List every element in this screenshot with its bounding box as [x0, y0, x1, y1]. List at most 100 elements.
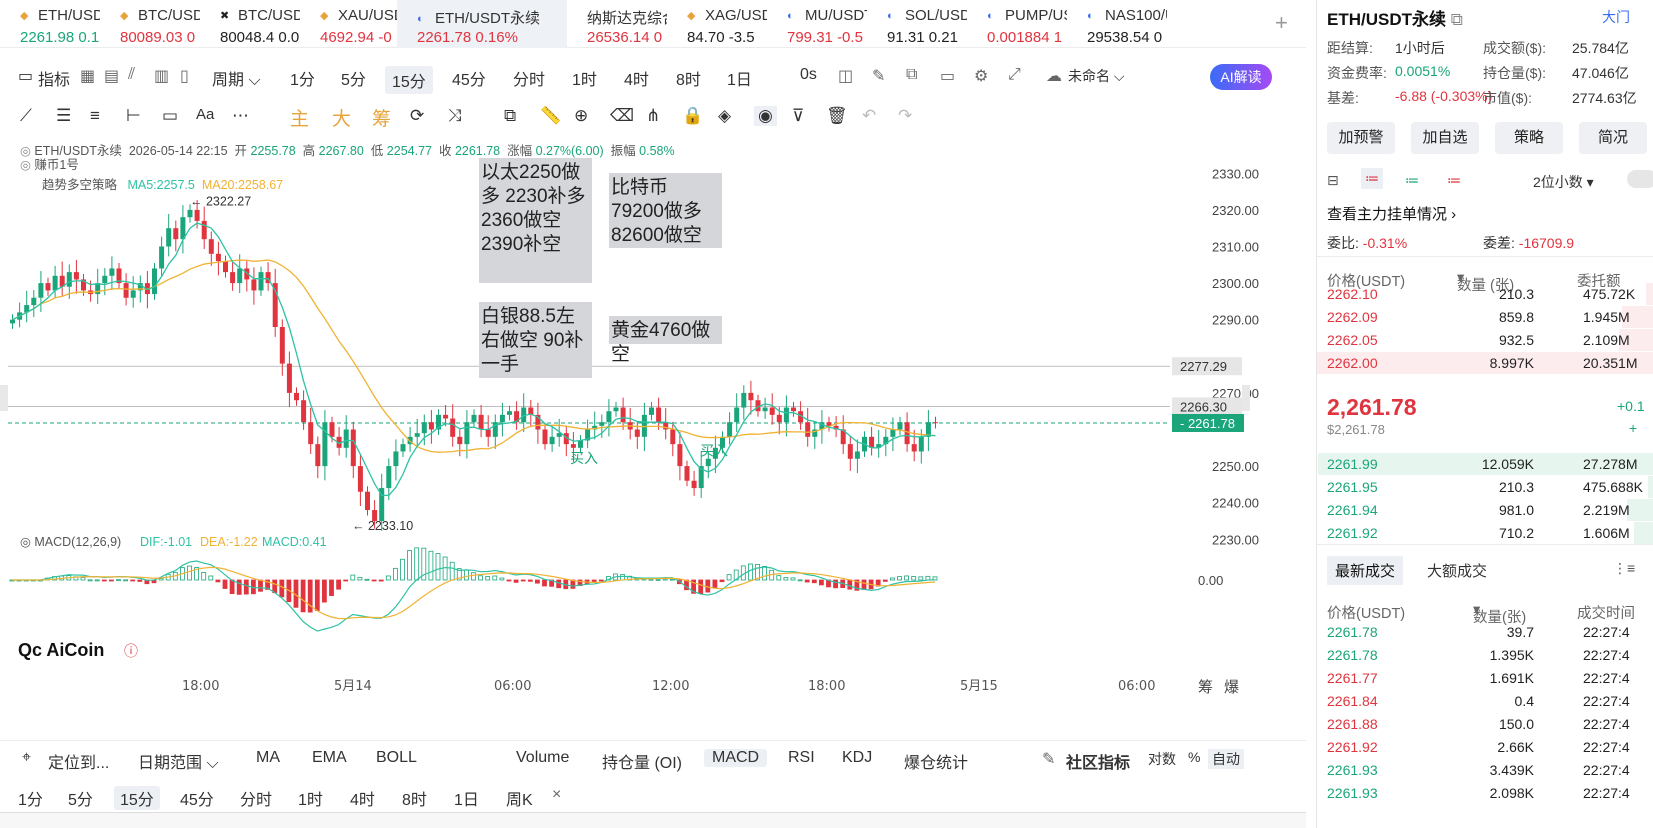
- date-range-dropdown[interactable]: 日期范围 ⌵: [138, 749, 219, 773]
- profile-button[interactable]: 简况: [1579, 122, 1647, 154]
- settings-icon[interactable]: ⚙: [974, 66, 988, 86]
- ind-boll[interactable]: BOLL: [376, 749, 417, 767]
- chip-distribution-toggle[interactable]: 筹: [1198, 678, 1213, 696]
- ticker-tab[interactable]: ◐ NAS100/USD 29538.54 0: [1067, 0, 1167, 48]
- cloud-icon[interactable]: ☁: [1046, 66, 1062, 86]
- ob-mode-both-icon[interactable]: ⊟: [1327, 172, 1339, 189]
- pct-toggle[interactable]: %: [1188, 749, 1200, 765]
- ticker-tab[interactable]: ◆ BTC/USDT 80089.03 0: [100, 0, 200, 48]
- annotation-silver[interactable]: 白银88.5左右做空 90补一手: [479, 302, 592, 378]
- ruler-icon[interactable]: 📏: [540, 106, 561, 126]
- ind-ema[interactable]: EMA: [312, 749, 347, 767]
- pen-icon[interactable]: ✎: [872, 66, 885, 86]
- tf-1d[interactable]: 1日: [727, 66, 752, 90]
- main-force-toggle[interactable]: 主: [290, 104, 309, 131]
- ind-ma[interactable]: MA: [256, 749, 280, 767]
- bottom-tf-5[interactable]: 1时: [298, 786, 323, 810]
- decimals-dropdown[interactable]: 2位小数 ▾: [1533, 172, 1594, 192]
- ticker-tab[interactable]: 纳斯达克综合 26536.14 0: [567, 0, 667, 48]
- ind-volume[interactable]: Volume: [516, 749, 569, 767]
- lock-icon[interactable]: 🔒: [682, 106, 703, 126]
- tab-large-trades[interactable]: 大额成交: [1427, 560, 1487, 581]
- magnet-icon[interactable]: ⋔: [646, 106, 660, 126]
- bottom-tf-3[interactable]: 45分: [180, 786, 214, 810]
- ticker-tab[interactable]: ◐ PUMP/USDT 0.001884 1: [967, 0, 1067, 48]
- ask-row[interactable]: 2262.09 859.8 1.945M: [1317, 305, 1653, 329]
- info-circle-icon[interactable]: ⓘ: [124, 644, 138, 660]
- hide-icon[interactable]: ◈: [718, 106, 731, 126]
- trade-row[interactable]: 2261.84 0.4 22:27:4: [1317, 689, 1653, 713]
- annotation-btc[interactable]: 比特币79200做多82600做空: [609, 173, 722, 248]
- bottom-tf-6[interactable]: 4时: [350, 786, 375, 810]
- log-toggle[interactable]: 对数: [1148, 749, 1176, 769]
- auto-toggle[interactable]: 自动: [1208, 749, 1244, 769]
- ob-mode-ask-icon[interactable]: ≔: [1447, 172, 1461, 189]
- locate-icon[interactable]: ⌖: [22, 749, 31, 767]
- copy-icon[interactable]: ⧉: [504, 106, 516, 126]
- big-order-toggle[interactable]: 大: [332, 104, 351, 131]
- bottom-tf-1[interactable]: 5分: [68, 786, 93, 810]
- ticker-tab[interactable]: ◐ SOL/USDT 91.31 0.21: [867, 0, 967, 48]
- sync-icon[interactable]: ⟳: [410, 106, 424, 126]
- trade-filter-icon[interactable]: ⋮≡: [1613, 560, 1635, 577]
- depth-link[interactable]: 查看主力挂单情况 ›: [1327, 203, 1456, 224]
- period-dropdown[interactable]: 周期 ⌵: [212, 66, 261, 90]
- tf-1h[interactable]: 1时: [572, 66, 597, 90]
- tf-5m[interactable]: 5分: [341, 66, 366, 90]
- tf-45m[interactable]: 45分: [452, 66, 486, 90]
- fullscreen-icon[interactable]: ⤢: [1008, 66, 1021, 84]
- left-collapse-handle[interactable]: [0, 385, 8, 411]
- ask-row[interactable]: 2262.05 932.5 2.109M: [1317, 328, 1653, 352]
- annotation-eth[interactable]: 以太2250做多 2230补多 2360做空 2390补空: [479, 158, 592, 283]
- bid-row[interactable]: 2261.94 981.0 2.219M: [1317, 498, 1653, 522]
- ind-macd[interactable]: MACD: [704, 749, 768, 767]
- tf-timeshare[interactable]: 分时: [513, 66, 545, 90]
- right-collapse-handle[interactable]: [1242, 385, 1250, 411]
- community-indicators[interactable]: 社区指标: [1066, 749, 1130, 773]
- close-icon[interactable]: ×: [552, 786, 561, 804]
- bottom-tf-0[interactable]: 1分: [18, 786, 43, 810]
- trade-row[interactable]: 2261.93 3.439K 22:27:4: [1317, 758, 1653, 782]
- hline-icon[interactable]: ⊢: [126, 106, 141, 126]
- tf-8h[interactable]: 8时: [676, 66, 701, 90]
- ticker-tab[interactable]: ✖ BTC/USDT 80048.4 0.0: [200, 0, 300, 48]
- bid-row[interactable]: 2261.95 210.3 475.688K: [1317, 475, 1653, 499]
- tf-1m[interactable]: 1分: [290, 66, 315, 90]
- tf-4h[interactable]: 4时: [624, 66, 649, 90]
- crossline-icon[interactable]: ⤨: [448, 106, 462, 126]
- redo-icon[interactable]: ↷: [898, 106, 912, 126]
- eraser-icon[interactable]: ⌫: [610, 106, 634, 126]
- bottom-tf-8[interactable]: 1日: [454, 786, 479, 810]
- rectangle-icon[interactable]: ▭: [162, 106, 178, 126]
- ob-mode-bid-icon[interactable]: ≔: [1405, 172, 1419, 189]
- bottom-tf-2[interactable]: 15分: [114, 786, 160, 810]
- trade-row[interactable]: 2261.93 2.098K 22:27:4: [1317, 781, 1653, 805]
- ticker-tab[interactable]: ◆ XAG/USDT 84.70 -3.5: [667, 0, 767, 48]
- popout-icon[interactable]: ⧉: [906, 66, 917, 84]
- parallel-line-icon[interactable]: ☰: [56, 106, 71, 126]
- corner-link[interactable]: 大门: [1602, 7, 1630, 27]
- horizontal-lines-icon[interactable]: ≡: [90, 106, 100, 126]
- layers-icon[interactable]: ▭: [940, 66, 955, 86]
- bottom-tf-7[interactable]: 8时: [402, 786, 427, 810]
- alert-button[interactable]: 加预警: [1327, 122, 1395, 154]
- trend-line-icon[interactable]: ⟋: [20, 106, 32, 126]
- camera-icon[interactable]: ◫: [838, 66, 853, 86]
- trash-icon[interactable]: 🗑: [826, 106, 848, 126]
- bottom-tf-9[interactable]: 周K: [506, 786, 533, 810]
- trade-header-qty[interactable]: 数量(张) ▾: [1473, 602, 1526, 626]
- ticker-tab[interactable]: ◐ MU/USDT 799.31 -0.5: [767, 0, 867, 48]
- trade-row[interactable]: 2261.88 150.0 22:27:4: [1317, 712, 1653, 736]
- trade-row[interactable]: 2261.78 1.395K 22:27:4: [1317, 643, 1653, 667]
- ind-liquidation[interactable]: 爆仓统计: [904, 749, 968, 773]
- liquidation-toggle[interactable]: 爆: [1224, 678, 1239, 696]
- indicator-button[interactable]: 指标: [38, 66, 70, 90]
- more-tools-icon[interactable]: ⋯: [232, 106, 249, 126]
- trade-row[interactable]: 2261.78 39.7 22:27:4: [1317, 620, 1653, 644]
- bottom-tf-4[interactable]: 分时: [240, 786, 272, 810]
- ticker-tab[interactable]: ◆ XAU/USDT 4692.94 -0: [300, 0, 397, 48]
- trade-row[interactable]: 2261.77 1.691K 22:27:4: [1317, 666, 1653, 690]
- bid-row[interactable]: 2261.99 12.059K 27.278M: [1317, 452, 1653, 476]
- ind-kdj[interactable]: KDJ: [842, 749, 872, 767]
- tf-15m[interactable]: 15分: [385, 66, 433, 94]
